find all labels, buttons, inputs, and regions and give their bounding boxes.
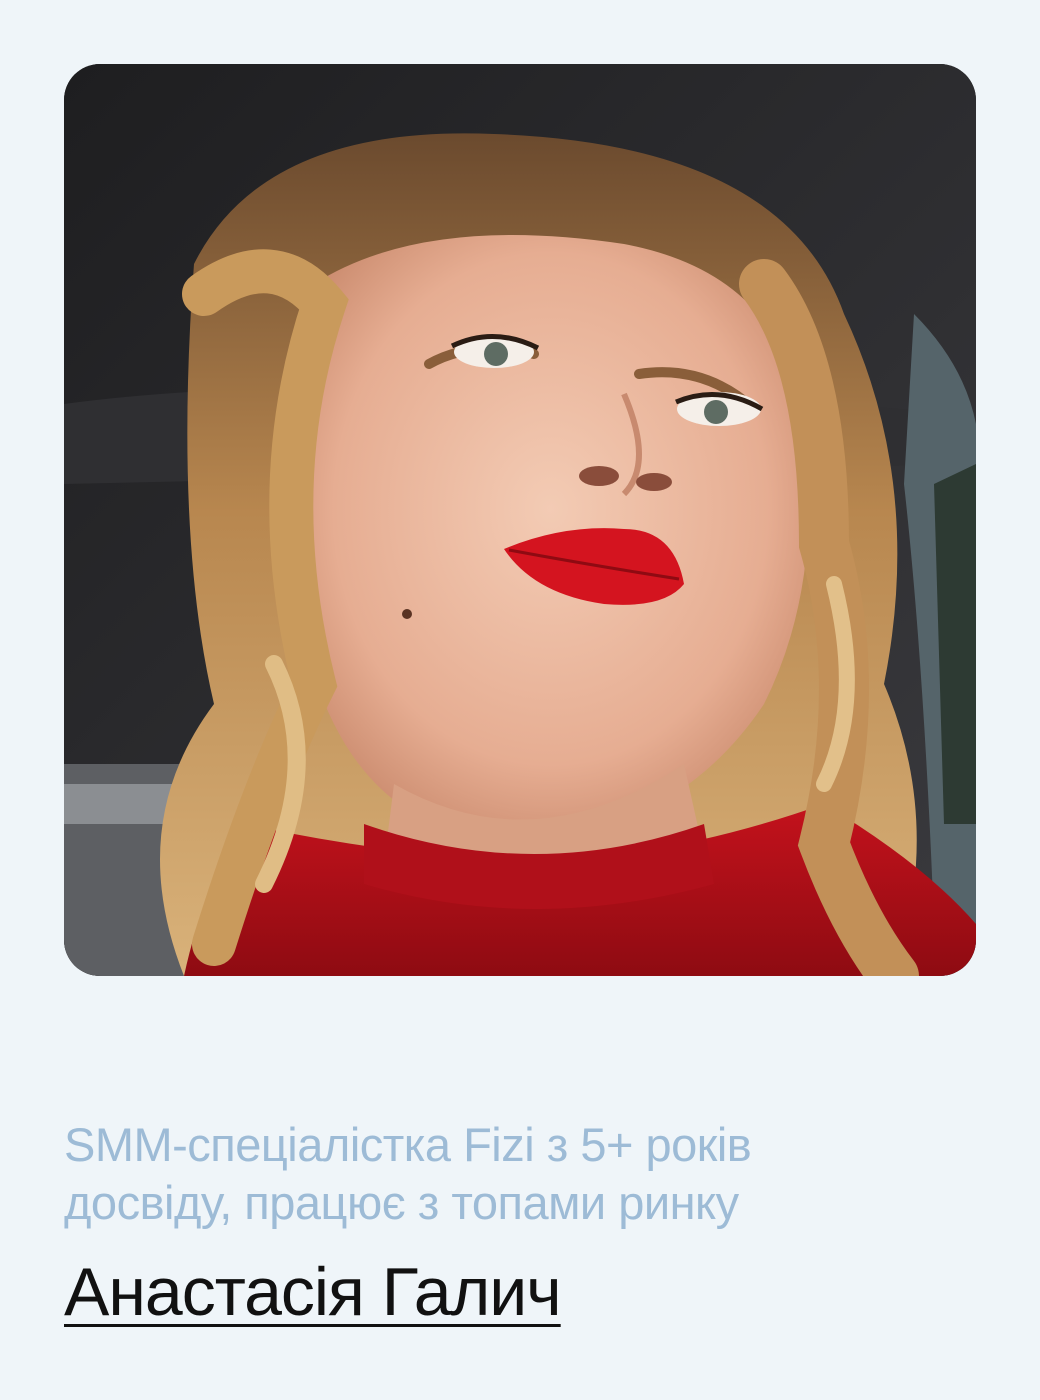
role-line-1: SMM-спеціалістка Fizi з 5+ років <box>64 1118 752 1171</box>
profile-photo <box>64 64 976 976</box>
role-description: SMM-спеціалістка Fizi з 5+ років досвіду… <box>64 1116 944 1232</box>
person-name-link[interactable]: Анастасія Галич <box>64 1252 562 1332</box>
role-line-2: досвіду, працює з топами ринку <box>64 1176 739 1229</box>
portrait-illustration <box>64 64 976 976</box>
